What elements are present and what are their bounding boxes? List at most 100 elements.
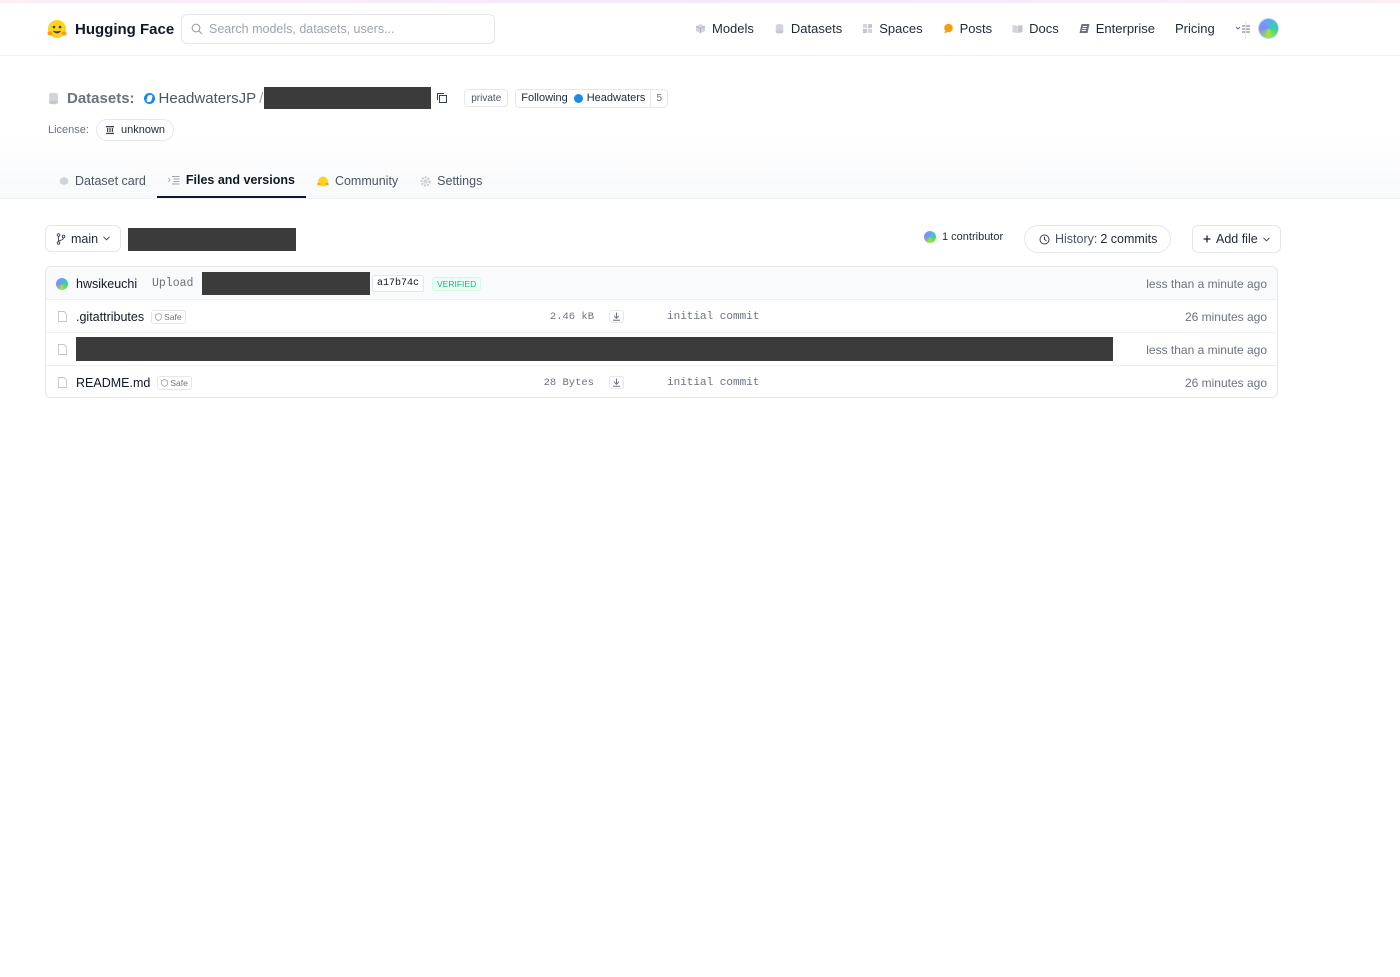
tab-dataset-card[interactable]: Dataset card (48, 164, 157, 198)
add-file-button[interactable]: Add file (1192, 225, 1281, 253)
plus-icon (1203, 235, 1211, 243)
download-button[interactable] (609, 366, 624, 397)
file-name: .gitattributes (76, 309, 145, 324)
repo-path-separator: / (259, 89, 264, 107)
repo-name-redacted (264, 87, 432, 109)
download-icon (613, 378, 620, 387)
book-icon (1012, 25, 1023, 33)
repo-path-redacted (128, 228, 296, 251)
org-logo-icon (573, 93, 583, 103)
file-size: 2.46 kB (549, 310, 594, 323)
org-logo-icon (143, 92, 155, 104)
nav-datasets[interactable]: Datasets (774, 21, 842, 36)
download-icon (613, 312, 620, 321)
file-icon (58, 311, 67, 322)
file-name-cell[interactable]: .gitattributes Safe (58, 300, 186, 333)
nav-models[interactable]: Models (695, 21, 754, 36)
tab-files-label: Files and versions (185, 173, 295, 187)
emoji-icon (317, 176, 329, 186)
file-icon (58, 344, 67, 355)
nav-pricing-label: Pricing (1175, 21, 1215, 36)
commit-time: less than a minute ago (1146, 276, 1267, 291)
tab-settings-label: Settings (437, 174, 483, 188)
file-row[interactable]: README.md Safe 28 Bytes initial commit 2… (46, 366, 1277, 397)
tab-dataset-card-label: Dataset card (75, 174, 146, 188)
download-button[interactable] (609, 300, 624, 333)
branch-selector[interactable]: main (45, 225, 122, 252)
follow-org-name: Headwaters (586, 92, 646, 104)
file-name: README.md (76, 375, 151, 390)
license-label: License: (48, 124, 89, 136)
user-avatar[interactable] (1258, 18, 1279, 39)
tab-settings[interactable]: Settings (409, 164, 493, 198)
nav-enterprise[interactable]: Enterprise (1079, 21, 1155, 36)
safe-badge: Safe (157, 375, 192, 390)
top-navbar: Hugging Face Models Datasets Spaces Post… (0, 3, 1400, 56)
cube-icon (59, 176, 69, 186)
branch-name: main (71, 231, 99, 246)
file-size: 28 Bytes (543, 376, 594, 389)
commit-hash[interactable]: a17b74c (372, 275, 425, 292)
commit-message[interactable]: Upload (152, 267, 193, 300)
safe-badge: Safe (151, 309, 186, 324)
nav-more-menu[interactable] (1235, 24, 1251, 34)
safe-label: Safe (170, 377, 188, 388)
tab-files-and-versions[interactable]: Files and versions (156, 164, 306, 198)
files-table: hwsikeuchi Upload a17b74c VERIFIED less … (45, 266, 1278, 398)
license-tag[interactable]: unknown (95, 119, 175, 141)
cube-icon (695, 24, 706, 34)
nav-links: Models Datasets Spaces Posts Docs Enterp… (695, 21, 1251, 36)
enterprise-icon (1079, 24, 1090, 33)
commit-author[interactable]: hwsikeuchi (56, 267, 137, 300)
nav-posts-label: Posts (959, 21, 993, 36)
menu-more-icon (1235, 25, 1250, 32)
file-commit-message[interactable]: initial commit (667, 300, 759, 333)
file-row[interactable]: less than a minute ago (46, 333, 1277, 366)
chat-bubble-icon (943, 23, 953, 34)
shield-icon (155, 312, 162, 321)
license-row: License: unknown (48, 119, 175, 141)
scale-balance-icon (105, 126, 114, 135)
history-button[interactable]: History: 2 commits (1024, 225, 1172, 253)
tab-community[interactable]: Community (306, 164, 409, 198)
file-row[interactable]: .gitattributes Safe 2.46 kB initial comm… (46, 300, 1277, 333)
file-icon (58, 377, 67, 388)
tab-community-label: Community (334, 174, 399, 188)
file-commit-message[interactable]: initial commit (667, 366, 759, 397)
file-time: 26 minutes ago (1184, 309, 1267, 324)
file-time: less than a minute ago (1146, 342, 1267, 357)
copy-icon[interactable] (436, 92, 448, 104)
contributors-link[interactable]: 1 contributor (924, 231, 1003, 243)
nav-pricing[interactable]: Pricing (1175, 21, 1215, 36)
brand-logo[interactable]: Hugging Face (46, 18, 174, 40)
repo-owner-link[interactable]: HeadwatersJP (159, 90, 257, 107)
grid-icon (863, 24, 873, 33)
follow-button[interactable]: Following Headwaters 5 (515, 88, 668, 108)
follow-button-main[interactable]: Following Headwaters (516, 92, 650, 104)
search-input[interactable] (209, 22, 489, 36)
history-prefix: History: (1055, 232, 1098, 246)
safe-label: Safe (164, 311, 182, 322)
commit-hash-cell: a17b74c VERIFIED (372, 267, 482, 300)
nav-spaces[interactable]: Spaces (862, 21, 923, 36)
commit-message-redacted (202, 272, 370, 295)
add-file-label: Add file (1216, 232, 1258, 246)
repo-tabs: Dataset card Files and versions Communit… (48, 164, 493, 199)
chevron-down-icon (1262, 236, 1270, 242)
shield-icon (161, 378, 169, 387)
repo-type-label: Datasets: (67, 89, 135, 107)
brand-name: Hugging Face (75, 20, 175, 38)
follow-label: Following (521, 92, 568, 104)
nav-posts[interactable]: Posts (943, 21, 993, 36)
follower-count[interactable]: 5 (650, 89, 667, 107)
nav-spaces-label: Spaces (879, 21, 923, 36)
file-name-cell[interactable]: README.md Safe (58, 366, 192, 397)
git-branch-icon (56, 232, 66, 245)
nav-docs[interactable]: Docs (1012, 21, 1059, 36)
file-name-cell[interactable] (58, 333, 67, 366)
visibility-badge: private (464, 89, 509, 107)
verified-badge: VERIFIED (432, 276, 482, 291)
repo-header: Datasets: HeadwatersJP / private Followi… (0, 56, 1400, 199)
search-box[interactable] (181, 14, 495, 44)
nav-divider (1245, 21, 1246, 39)
